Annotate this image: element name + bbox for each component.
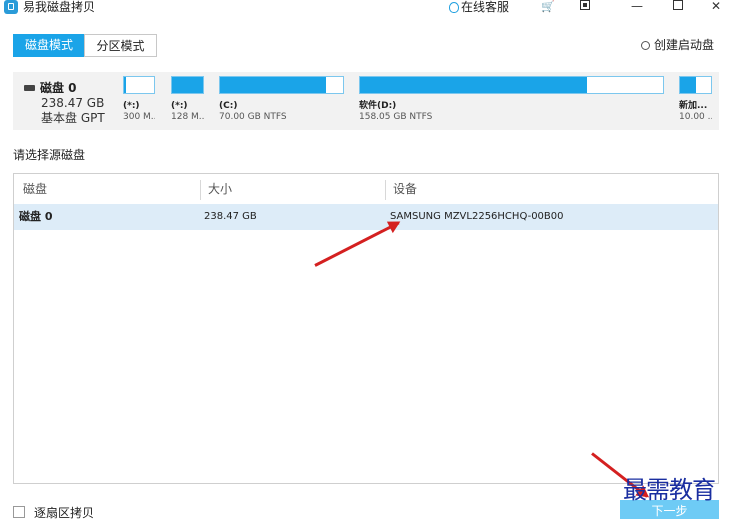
cell-disk: 磁盘 0 [19, 210, 53, 223]
column-header-device[interactable]: 设备 [393, 174, 417, 204]
maximize-button[interactable] [663, 0, 693, 14]
column-divider[interactable] [200, 180, 201, 200]
partition-name: (*:) [123, 101, 140, 111]
cell-device: SAMSUNG MZVL2256HCHQ-00B00 [390, 211, 564, 222]
cell-size: 238.47 GB [204, 211, 257, 222]
partition-usage-fill [680, 77, 696, 93]
watermark-text: 最需教育 [623, 476, 716, 504]
partition-block[interactable]: (*:) 128 M... [171, 76, 204, 126]
boot-disk-icon [641, 41, 650, 50]
cart-icon[interactable]: 🛒 [541, 1, 555, 13]
app-logo-icon [4, 0, 18, 14]
create-boot-disk-label: 创建启动盘 [654, 38, 715, 52]
disk-map: 磁盘 0 238.47 GB 基本盘 GPT (*:) 300 M... (*:… [13, 72, 719, 130]
partition-usage-bar [219, 76, 344, 94]
column-divider[interactable] [385, 180, 386, 200]
online-support-label: 在线客服 [461, 0, 510, 14]
restore-button[interactable] [570, 0, 600, 14]
tab-partition-mode[interactable]: 分区模式 [84, 34, 157, 57]
column-header-disk[interactable]: 磁盘 [23, 174, 47, 204]
hard-disk-icon [24, 85, 35, 91]
partition-size: 300 M... [123, 112, 155, 122]
partition-usage-fill [360, 77, 588, 93]
partition-block[interactable]: (C:) 70.00 GB NTFS [219, 76, 344, 126]
create-boot-disk-button[interactable]: 创建启动盘 [641, 38, 714, 52]
minimize-button[interactable]: — [622, 0, 652, 14]
partition-size: 158.05 GB NTFS [359, 112, 433, 122]
disk-table: 磁盘 大小 设备 磁盘 0 238.47 GB SAMSUNG MZVL2256… [13, 173, 719, 484]
support-icon [449, 2, 459, 13]
partition-name: (*:) [171, 101, 188, 111]
partition-name: 新加... [679, 101, 708, 111]
table-row[interactable]: 磁盘 0 238.47 GB SAMSUNG MZVL2256HCHQ-00B0… [14, 204, 718, 230]
close-button[interactable]: ✕ [701, 0, 731, 14]
partition-usage-fill [220, 77, 326, 93]
tab-disk-mode[interactable]: 磁盘模式 [13, 34, 85, 57]
column-header-size[interactable]: 大小 [208, 174, 232, 204]
partition-usage-bar [679, 76, 712, 94]
partition-block[interactable]: 新加... 10.00 ... [679, 76, 712, 126]
disk-size: 238.47 GB [41, 96, 105, 110]
partition-size: 128 M... [171, 112, 204, 122]
disk-info: 磁盘 0 238.47 GB 基本盘 GPT [24, 81, 129, 126]
maximize-icon [673, 0, 683, 10]
partition-name: (C:) [219, 101, 238, 111]
app-title: 易我磁盘拷贝 [23, 0, 96, 14]
table-header: 磁盘 大小 设备 [14, 174, 718, 205]
source-disk-prompt: 请选择源磁盘 [13, 148, 86, 162]
sector-copy-label: 逐扇区拷贝 [34, 506, 95, 520]
partition-block[interactable]: (*:) 300 M... [123, 76, 155, 126]
online-support-button[interactable]: 在线客服 [449, 0, 509, 14]
partition-usage-fill [172, 77, 203, 93]
disk-type: 基本盘 GPT [41, 111, 105, 125]
partition-name: 软件(D:) [359, 101, 397, 111]
partition-size: 10.00 ... [679, 112, 712, 122]
partition-usage-fill [124, 77, 126, 93]
partition-block[interactable]: 软件(D:) 158.05 GB NTFS [359, 76, 664, 126]
sector-copy-checkbox[interactable] [13, 506, 25, 518]
partition-size: 70.00 GB NTFS [219, 112, 287, 122]
partition-usage-bar [123, 76, 155, 94]
partition-usage-bar [171, 76, 204, 94]
window-icon [580, 0, 590, 10]
partition-usage-bar [359, 76, 664, 94]
disk-name: 磁盘 0 [40, 81, 77, 95]
title-bar: 易我磁盘拷贝 在线客服 🛒 — ✕ [0, 0, 748, 16]
